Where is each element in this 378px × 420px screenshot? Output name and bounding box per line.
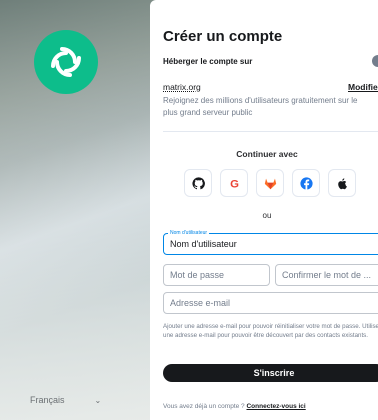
element-logo-icon	[51, 47, 81, 77]
info-icon[interactable]	[372, 55, 378, 67]
svg-text:G: G	[230, 178, 239, 189]
password-input: Mot de passe	[170, 270, 225, 280]
username-input: Nom d'utilisateur	[170, 239, 237, 249]
chevron-down-icon: ⌄	[94, 395, 102, 405]
password-field[interactable]: Mot de passe	[163, 264, 270, 286]
divider	[163, 131, 378, 132]
gitlab-sso-button[interactable]	[256, 169, 284, 197]
language-label: Français	[30, 395, 65, 405]
modify-server-link[interactable]: Modifier	[348, 82, 378, 92]
google-icon: G	[230, 178, 239, 189]
page-title: Créer un compte	[163, 28, 283, 45]
registration-panel: Créer un compte Héberger le compte sur m…	[150, 0, 378, 420]
apple-icon	[337, 177, 347, 189]
server-name: matrix.org	[163, 82, 201, 92]
github-icon	[191, 176, 205, 189]
facebook-sso-button[interactable]	[292, 169, 320, 197]
sign-in-prompt: Vous avez déjà un compte ? Connectez-vou…	[163, 403, 306, 410]
have-account-text: Vous avez déjà un compte ?	[163, 403, 245, 410]
sign-in-link[interactable]: Connectez-vous ici	[246, 403, 305, 410]
or-separator: ou	[262, 211, 272, 220]
username-floating-label: Nom d'utilisateur	[168, 230, 210, 236]
apple-sso-button[interactable]	[328, 169, 356, 197]
server-description: Rejoignez des millions d'utilisateurs gr…	[163, 96, 358, 117]
element-logo	[34, 30, 98, 94]
google-sso-button[interactable]: G	[220, 169, 248, 197]
confirm-password-field[interactable]: Confirmer le mot de ...	[275, 264, 378, 286]
gitlab-icon	[264, 178, 276, 189]
register-button[interactable]: S'inscrire	[163, 364, 378, 382]
language-selector[interactable]: Français ⌄	[30, 395, 101, 405]
github-sso-button[interactable]	[184, 169, 212, 197]
email-hint: Ajouter une adresse e-mail pour pouvoir …	[163, 323, 378, 339]
continue-with-label: Continuer avec	[236, 149, 298, 159]
facebook-icon	[299, 176, 313, 190]
email-field[interactable]: Adresse e-mail	[163, 292, 378, 314]
email-input: Adresse e-mail	[170, 298, 231, 308]
host-label: Héberger le compte sur	[163, 57, 253, 66]
confirm-password-input: Confirmer le mot de ...	[282, 270, 372, 280]
username-field[interactable]: Nom d'utilisateur	[163, 233, 378, 255]
